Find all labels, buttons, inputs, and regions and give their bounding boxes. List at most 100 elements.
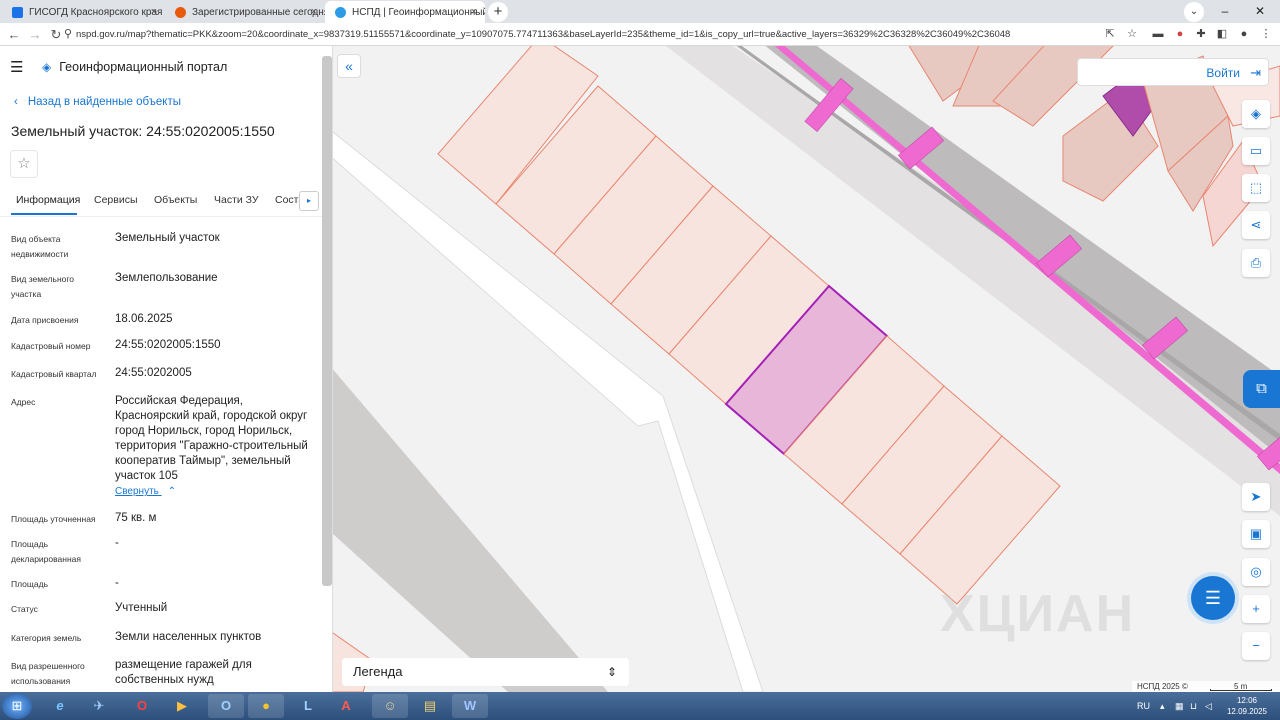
browser-menu-icon[interactable]: ⋮ — [1258, 26, 1274, 43]
browser-tab-bar: ГИСОГД Красноярского края × Зарегистриро… — [0, 0, 1280, 23]
property-label: Вид земельного участка — [11, 274, 75, 299]
acrobat-icon[interactable]: A — [328, 694, 364, 718]
start-button-icon[interactable]: ⊞ — [2, 693, 32, 719]
back-to-results-link[interactable]: ‹ Назад в найденные объекты — [14, 96, 181, 108]
favorite-star-icon[interactable]: ☆ — [10, 150, 38, 178]
minimize-icon[interactable]: – — [1210, 0, 1240, 23]
close-icon[interactable]: × — [311, 6, 317, 18]
folder-icon[interactable]: ▤ — [412, 694, 448, 718]
collapse-panel-icon[interactable]: « — [337, 54, 361, 78]
property-label: Кадастровый номер — [11, 341, 91, 351]
menu-icon[interactable]: ☰ — [10, 58, 26, 76]
browser-tab-registered[interactable]: Зарегистрированные сегодня × — [165, 1, 325, 23]
property-label: Дата присвоения — [11, 315, 79, 325]
property-label: Площадь декларированная — [11, 539, 81, 564]
property-label: Статус — [11, 604, 38, 614]
gisogd-favicon-icon — [12, 6, 23, 18]
usb-icon[interactable]: ⊔ — [1190, 692, 1197, 720]
property-label: Площадь уточненная — [11, 514, 96, 524]
login-button[interactable]: Войти ⇥ — [1077, 58, 1269, 86]
extension-2-icon[interactable]: ● — [1172, 26, 1188, 43]
opera-icon[interactable]: O — [124, 694, 160, 718]
network-icon[interactable]: ▦ — [1175, 692, 1184, 720]
map-drawing — [333, 46, 1280, 692]
tab-information[interactable]: Информация — [16, 194, 80, 206]
close-icon[interactable]: × — [471, 6, 477, 18]
side-panel-icon[interactable]: ◧ — [1214, 26, 1230, 43]
property-value: - — [115, 577, 119, 589]
legend-dropdown[interactable]: Легенда ⇕ — [342, 658, 629, 686]
media-icon[interactable]: ▶ — [164, 694, 200, 718]
language-indicator[interactable]: RU — [1137, 692, 1150, 720]
profile-icon[interactable]: ● — [1236, 26, 1252, 43]
geo-pin-icon[interactable]: ◎ — [1242, 558, 1270, 586]
login-label: Войти — [1206, 66, 1240, 80]
chrome-icon[interactable]: ● — [248, 694, 284, 718]
layers-icon[interactable]: ◈ — [1242, 100, 1270, 128]
tab-search-icon[interactable]: ⌄ — [1184, 2, 1204, 22]
collapse-label: Свернуть — [115, 486, 159, 497]
portal-header: ☰ ◈ Геоинформационный портал — [10, 58, 227, 76]
chevron-up-icon: ⌃ — [167, 486, 177, 497]
lync-icon[interactable]: L — [290, 694, 326, 718]
browser-tab-gisogd[interactable]: ГИСОГД Красноярского края × — [2, 1, 165, 23]
zoom-in-icon[interactable]: + — [1242, 595, 1270, 623]
property-value: 24:55:0202005 — [115, 367, 192, 379]
legend-label: Легенда — [353, 664, 403, 679]
clock-time: 12:06 — [1236, 696, 1258, 705]
status-value: Учтенный — [115, 602, 168, 614]
nspd-favicon-icon — [335, 6, 346, 18]
minimap-icon[interactable]: ▣ — [1242, 520, 1270, 548]
ruler-icon[interactable]: ▭ — [1242, 137, 1270, 165]
bird-app-icon[interactable]: ✈ — [81, 694, 117, 718]
info-tabs: Информация Сервисы Объекты Части ЗУ Сост… — [0, 191, 322, 217]
panel-scrollbar[interactable] — [322, 56, 332, 586]
expand-toggle-icon: ⇕ — [606, 665, 617, 679]
chat-icon[interactable]: ☰ — [1191, 576, 1235, 620]
ie-icon[interactable]: e — [42, 694, 78, 718]
property-label: Вид разрешенного использования — [11, 661, 85, 686]
property-value: - — [115, 537, 119, 549]
site-info-icon[interactable]: ⚲ — [60, 26, 76, 43]
copyright-text: НСПД 2025 © — [1137, 682, 1188, 691]
side-feedback-icon[interactable]: ⧉ — [1243, 370, 1280, 408]
open-app-icon[interactable]: ⇱ — [1102, 26, 1118, 43]
extensions-puzzle-icon[interactable]: ✚ — [1193, 26, 1209, 43]
tab-services[interactable]: Сервисы — [94, 194, 138, 206]
tray-arrow-icon[interactable]: ▴ — [1160, 692, 1165, 720]
tab-objects[interactable]: Объекты — [154, 194, 197, 206]
forward-arrow-icon[interactable]: → — [25, 23, 45, 46]
extension-icon[interactable]: ▬ — [1150, 26, 1166, 43]
tabs-scroll-right-icon[interactable]: ▸ — [299, 191, 319, 211]
road-strip — [333, 369, 608, 692]
tab-title: Зарегистрированные сегодня — [192, 6, 325, 18]
locate-icon[interactable]: ➤ — [1242, 483, 1270, 511]
share-icon[interactable]: ⋖ — [1242, 211, 1270, 239]
tab-title: НСПД | Геоинформационный п — [352, 6, 485, 18]
bookmark-star-icon[interactable]: ☆ — [1124, 26, 1140, 43]
cert-icon[interactable]: ☺ — [372, 694, 408, 718]
property-label: Категория земель — [11, 633, 82, 643]
collapse-address-link[interactable]: Свернуть ⌃ — [115, 486, 176, 497]
back-link-label: Назад в найденные объекты — [27, 96, 182, 108]
scale-bar: НСПД 2025 © 5 m — [1132, 681, 1280, 692]
select-area-icon[interactable]: ⬚ — [1242, 174, 1270, 202]
tab-parts[interactable]: Части ЗУ — [214, 194, 259, 206]
print-icon[interactable]: ⎙ — [1242, 249, 1270, 277]
zoom-out-icon[interactable]: − — [1242, 632, 1270, 660]
volume-icon[interactable]: ◁ — [1205, 692, 1212, 720]
map-canvas[interactable]: ХЦИАН — [333, 46, 1280, 692]
back-arrow-icon[interactable]: ← — [4, 23, 24, 46]
url-field[interactable]: nspd.gov.ru/map?thematic=PKK&zoom=20&coo… — [76, 25, 1096, 44]
browser-tab-nspd[interactable]: НСПД | Геоинформационный п × — [325, 1, 485, 23]
property-value: размещение гаражей для собственных нужд — [115, 659, 252, 686]
new-tab-button[interactable]: + — [488, 2, 508, 22]
active-tab-indicator — [11, 213, 77, 215]
address-value: Российская Федерация, Красноярский край,… — [115, 395, 308, 482]
clock-date: 12.09.2025 — [1226, 707, 1268, 716]
outlook-icon[interactable]: O — [208, 694, 244, 718]
system-clock[interactable]: 12:06 12.09.2025 — [1222, 695, 1272, 717]
close-icon[interactable]: × — [151, 6, 157, 18]
word-icon[interactable]: W — [452, 694, 488, 718]
close-window-icon[interactable]: ✕ — [1245, 0, 1275, 23]
